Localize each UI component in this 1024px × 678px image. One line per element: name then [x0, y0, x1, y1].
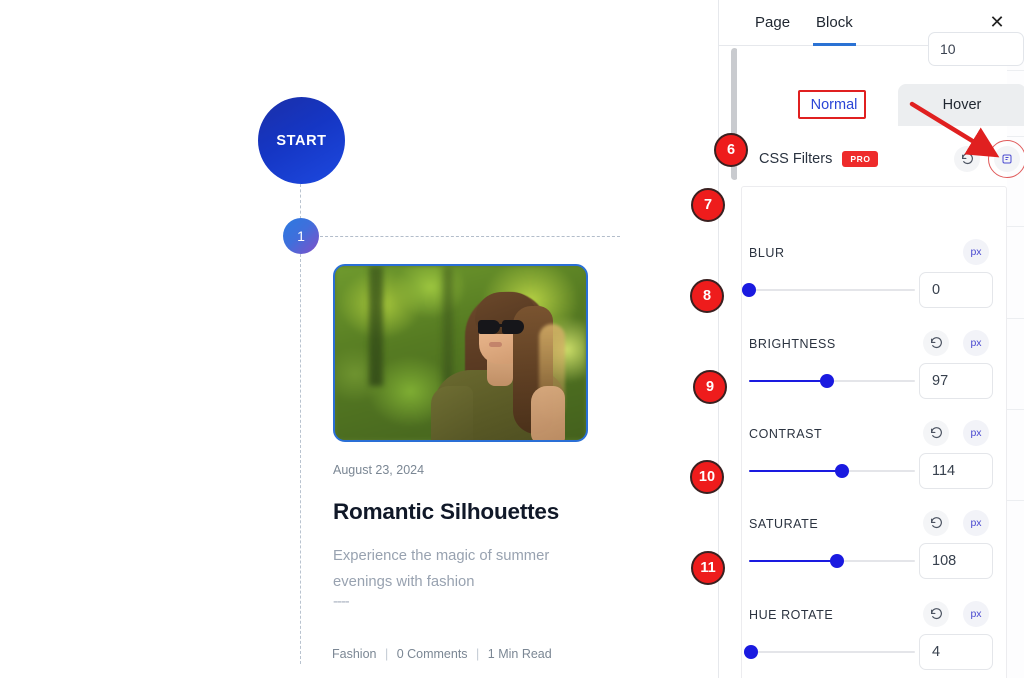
- post-date: August 23, 2024: [333, 463, 425, 477]
- filter-slider[interactable]: [749, 553, 915, 569]
- filter-slider[interactable]: [743, 644, 915, 660]
- annotation-badge-7: 7: [691, 188, 725, 222]
- sunglasses-icon: [478, 320, 527, 335]
- filter-label: BRIGHTNESS: [749, 337, 836, 351]
- cut-off-number-input[interactable]: 10: [928, 32, 1024, 66]
- post-comments[interactable]: 0 Comments: [397, 647, 468, 661]
- timeline-horizontal-connector: [320, 236, 620, 237]
- filter-label: BLUR: [749, 246, 785, 260]
- filter-value-input[interactable]: 97: [919, 363, 993, 399]
- filter-reset-icon[interactable]: [923, 510, 949, 536]
- meta-separator-1: |: [384, 647, 389, 661]
- annotation-badge-8: 8: [690, 279, 724, 313]
- tab-normal-label: Normal: [810, 97, 858, 113]
- filter-unit-toggle[interactable]: px: [963, 330, 989, 356]
- filter-value-input[interactable]: 108: [919, 543, 993, 579]
- page-preview-canvas: START 1 August 23, 2024 Romantic Silhoue…: [0, 0, 718, 678]
- filter-label: CONTRAST: [749, 427, 823, 441]
- filter-value-input[interactable]: 114: [919, 453, 993, 489]
- post-meta: Fashion | 0 Comments | 1 Min Read: [332, 647, 552, 661]
- filter-reset-icon[interactable]: [923, 330, 949, 356]
- panel-body: 10 Normal Hover CSS Filters PRO BLUR px …: [737, 32, 1024, 678]
- timeline-start-label: START: [276, 132, 327, 149]
- filter-value-input[interactable]: 0: [919, 272, 993, 308]
- post-featured-image[interactable]: [333, 264, 588, 442]
- post-title[interactable]: Romantic Silhouettes: [333, 499, 559, 525]
- filter-unit-toggle[interactable]: px: [963, 510, 989, 536]
- tab-hover-label: Hover: [942, 97, 982, 113]
- post-category[interactable]: Fashion: [332, 647, 376, 661]
- tab-hover[interactable]: Hover: [898, 84, 1024, 126]
- timeline-step-number: 1: [297, 228, 305, 244]
- timeline-connector-bottom: [300, 254, 301, 664]
- settings-panel: Page Block ✕ 10 Normal Hover CSS Filters…: [718, 0, 1024, 678]
- css-filters-copy-icon[interactable]: [994, 146, 1020, 172]
- annotation-badge-10: 10: [690, 460, 724, 494]
- filter-reset-icon[interactable]: [923, 601, 949, 627]
- post-divider-dashes: ----: [333, 594, 350, 610]
- css-filters-label: CSS Filters: [759, 151, 833, 167]
- tab-page[interactable]: Page: [755, 0, 790, 46]
- state-tab-group: Normal Hover: [770, 84, 1024, 126]
- css-filters-reset-icon[interactable]: [954, 146, 980, 172]
- post-excerpt: Experience the magic of summer evenings …: [333, 548, 550, 590]
- pro-badge: PRO: [842, 151, 878, 167]
- filter-unit-toggle[interactable]: px: [963, 420, 989, 446]
- filter-unit-toggle[interactable]: px: [963, 239, 989, 265]
- post-image-content: [335, 266, 586, 440]
- meta-separator-2: |: [476, 647, 480, 661]
- annotation-badge-9: 9: [693, 370, 727, 404]
- tab-normal[interactable]: Normal: [770, 84, 898, 126]
- css-filters-row: CSS Filters PRO: [759, 139, 1024, 179]
- annotation-badge-11: 11: [691, 551, 725, 585]
- app-root: START 1 August 23, 2024 Romantic Silhoue…: [0, 0, 1024, 678]
- post-read-time: 1 Min Read: [487, 647, 552, 661]
- filter-value-input[interactable]: 4: [919, 634, 993, 670]
- tab-block[interactable]: Block: [813, 0, 856, 46]
- timeline-step-node-1[interactable]: 1: [283, 218, 319, 254]
- filter-slider[interactable]: [742, 282, 915, 298]
- annotation-badge-6: 6: [714, 133, 748, 167]
- filter-reset-icon[interactable]: [923, 420, 949, 446]
- filter-label: HUE ROTATE: [749, 608, 834, 622]
- filter-unit-toggle[interactable]: px: [963, 601, 989, 627]
- timeline-start-node[interactable]: START: [258, 97, 345, 184]
- timeline-connector-top: [300, 184, 301, 219]
- filter-slider[interactable]: [749, 373, 915, 389]
- filter-label: SATURATE: [749, 517, 819, 531]
- filter-slider[interactable]: [749, 463, 915, 479]
